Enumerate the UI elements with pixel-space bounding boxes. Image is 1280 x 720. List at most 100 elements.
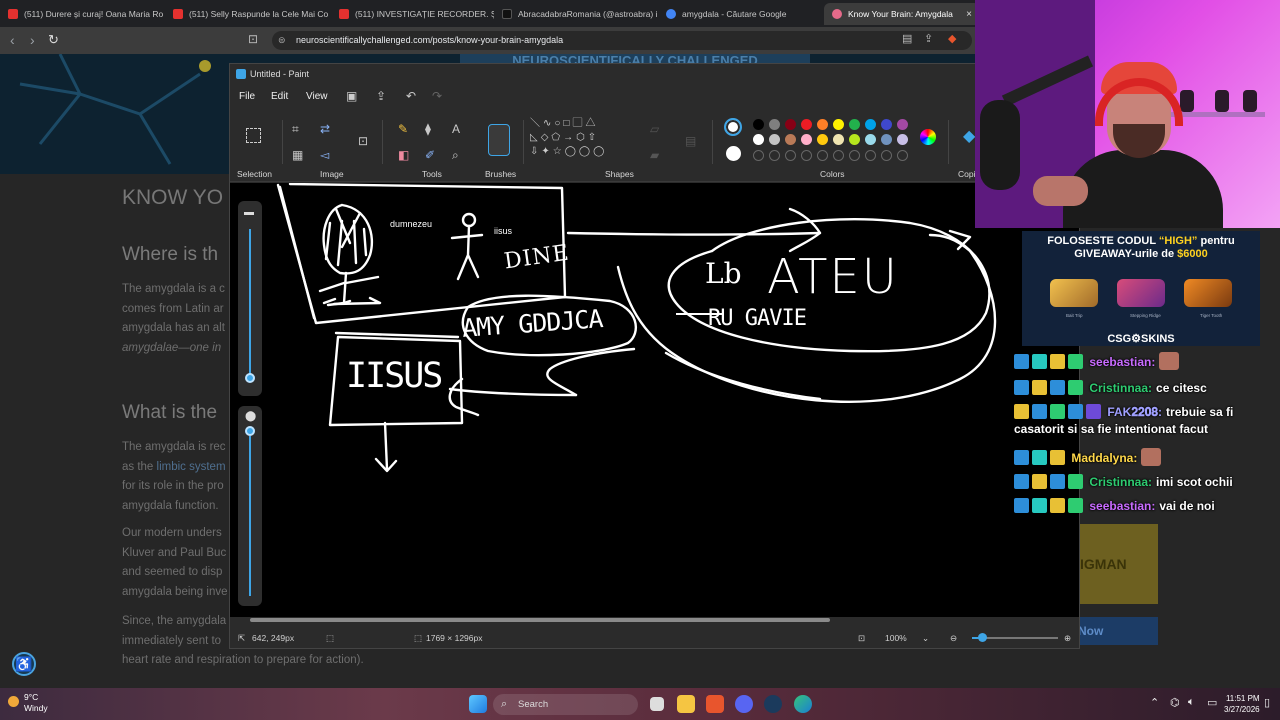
flip-icon[interactable]: ◅ (320, 148, 329, 162)
tab-recorder[interactable]: (511) INVESTIGAȚIE RECORDER. Și im (331, 3, 494, 25)
color-swatch[interactable] (817, 119, 828, 130)
custom-color-slot[interactable] (849, 150, 860, 161)
custom-color-slot[interactable] (801, 150, 812, 161)
rotate-icon[interactable]: ▦ (292, 148, 303, 162)
undo-icon[interactable]: ↶ (406, 89, 416, 103)
slider-knob[interactable] (245, 373, 255, 383)
edge-icon[interactable] (794, 695, 812, 713)
color-swatch[interactable] (881, 119, 892, 130)
copilot-icon[interactable]: ◆ (963, 126, 975, 146)
url-input[interactable]: ⊜ neuroscientificallychallenged.com/post… (272, 31, 972, 50)
custom-color-slot[interactable] (785, 150, 796, 161)
color-swatch[interactable] (897, 119, 908, 130)
chevron-up-icon[interactable]: ⌃ (1150, 696, 1159, 709)
taskbar-search[interactable]: ⌕ Search (493, 694, 638, 715)
notification-icon[interactable]: ▯ (1264, 696, 1270, 709)
color-swatch[interactable] (785, 119, 796, 130)
color-swatch[interactable] (753, 134, 764, 145)
custom-color-slot[interactable] (833, 150, 844, 161)
forward-icon[interactable]: › (30, 32, 35, 48)
tab-selly[interactable]: (511) Selly Raspunde la Cele Mai Co (165, 3, 331, 25)
steam-icon[interactable] (764, 695, 782, 713)
crop-icon[interactable]: ⌗ (292, 122, 299, 137)
bookmark-icon[interactable]: ⊡ (248, 32, 258, 46)
fill-icon[interactable]: ⧫ (425, 122, 431, 136)
share-icon[interactable]: ⇪ (924, 32, 933, 45)
clock[interactable]: 11:51 PM 3/27/2026 (1224, 693, 1260, 715)
selection-tool-icon[interactable] (246, 128, 261, 143)
custom-color-slot[interactable] (753, 150, 764, 161)
color-swatch[interactable] (849, 134, 860, 145)
reload-icon[interactable]: ↻ (48, 32, 59, 48)
secondary-color-swatch[interactable] (726, 146, 741, 161)
file-explorer-icon[interactable] (677, 695, 695, 713)
slider-knob[interactable] (245, 426, 255, 436)
menu-edit[interactable]: Edit (271, 91, 288, 102)
scrollbar-thumb[interactable] (250, 618, 830, 622)
color-picker-icon[interactable]: ✐ (425, 148, 435, 162)
fit-to-window-icon[interactable]: ⊡ (858, 627, 865, 649)
redo-icon[interactable]: ↷ (432, 89, 442, 103)
text-icon[interactable]: A (452, 122, 460, 136)
tab-google[interactable]: amygdala - Căutare Google (658, 3, 822, 25)
shapes-gallery[interactable]: ＼∿○□▢△ ◺◇⬠→⬡⇧ ⇩✦☆◯◯◯ (530, 117, 640, 161)
custom-color-slot[interactable] (897, 150, 908, 161)
close-tab-icon[interactable]: × (966, 9, 972, 20)
save-icon[interactable]: ▣ (346, 89, 357, 103)
site-info-icon[interactable]: ⊜ (278, 31, 286, 50)
color-swatch[interactable] (833, 119, 844, 130)
color-swatch[interactable] (849, 119, 860, 130)
discord-icon[interactable] (735, 695, 753, 713)
custom-color-slot[interactable] (769, 150, 780, 161)
menu-view[interactable]: View (306, 91, 328, 102)
tab-abracadabra[interactable]: AbracadabraRomania (@astroabra) i (494, 3, 658, 25)
chevron-down-icon[interactable]: ⌄ (922, 627, 929, 649)
brave-shield-icon[interactable]: ◆ (948, 32, 956, 45)
custom-color-slot[interactable] (817, 150, 828, 161)
resize-icon[interactable]: ⇄ (320, 122, 330, 136)
shape-fill-icon[interactable]: ▰ (650, 148, 659, 162)
eraser-icon[interactable]: ◧ (398, 148, 409, 162)
drawing-canvas[interactable]: dumnezeu iisus DINE AMY GDDJCA IISUS Lb … (230, 183, 1079, 617)
battery-icon[interactable]: ▭ (1207, 696, 1217, 709)
start-icon[interactable] (469, 695, 487, 713)
color-swatch[interactable] (769, 119, 780, 130)
color-swatch[interactable] (865, 134, 876, 145)
zoom-slider-knob[interactable] (978, 633, 987, 642)
color-swatch[interactable] (801, 119, 812, 130)
network-icon[interactable]: ⌬ (1170, 696, 1180, 709)
color-swatch[interactable] (801, 134, 812, 145)
color-swatch[interactable] (881, 134, 892, 145)
weather-widget[interactable]: 9°C Windy (8, 692, 48, 714)
task-view-icon[interactable] (650, 697, 664, 711)
pencil-icon[interactable]: ✎ (398, 122, 408, 136)
color-swatch[interactable] (785, 134, 796, 145)
volume-icon[interactable]: 🔈︎ (1188, 696, 1195, 709)
magnifier-icon[interactable]: ⌕ (452, 148, 459, 163)
color-swatch[interactable] (865, 119, 876, 130)
color-swatch[interactable] (817, 134, 828, 145)
zoom-out-icon[interactable]: ⊖ (950, 627, 957, 649)
opacity-slider[interactable]: ⬤ (238, 406, 262, 606)
share-icon[interactable]: ⇪ (376, 89, 386, 103)
color-swatch[interactable] (769, 134, 780, 145)
brush-icon[interactable] (488, 124, 510, 156)
outline-icon[interactable]: ▱ (650, 122, 659, 136)
limbic-system-link[interactable]: limbic system (157, 461, 226, 473)
edit-colors-icon[interactable] (920, 129, 936, 145)
custom-color-slot[interactable] (881, 150, 892, 161)
menu-file[interactable]: File (239, 91, 255, 102)
zoom-in-icon[interactable]: ⊕ (1064, 627, 1071, 649)
color-swatch[interactable] (833, 134, 844, 145)
color-swatch[interactable] (897, 134, 908, 145)
thickness-slider[interactable]: ▬ (238, 201, 262, 396)
primary-color-swatch[interactable] (724, 118, 742, 136)
custom-color-slot[interactable] (865, 150, 876, 161)
ad-now-button[interactable]: Now (1072, 617, 1158, 645)
tab-know-your-brain[interactable]: Know Your Brain: Amygdala × (824, 3, 980, 25)
color-swatch[interactable] (753, 119, 764, 130)
accessibility-icon[interactable]: ♿ (12, 652, 36, 676)
brave-icon[interactable] (706, 695, 724, 713)
zoom-level[interactable]: 100% (885, 627, 907, 649)
layers-icon[interactable]: ▤ (685, 134, 696, 148)
